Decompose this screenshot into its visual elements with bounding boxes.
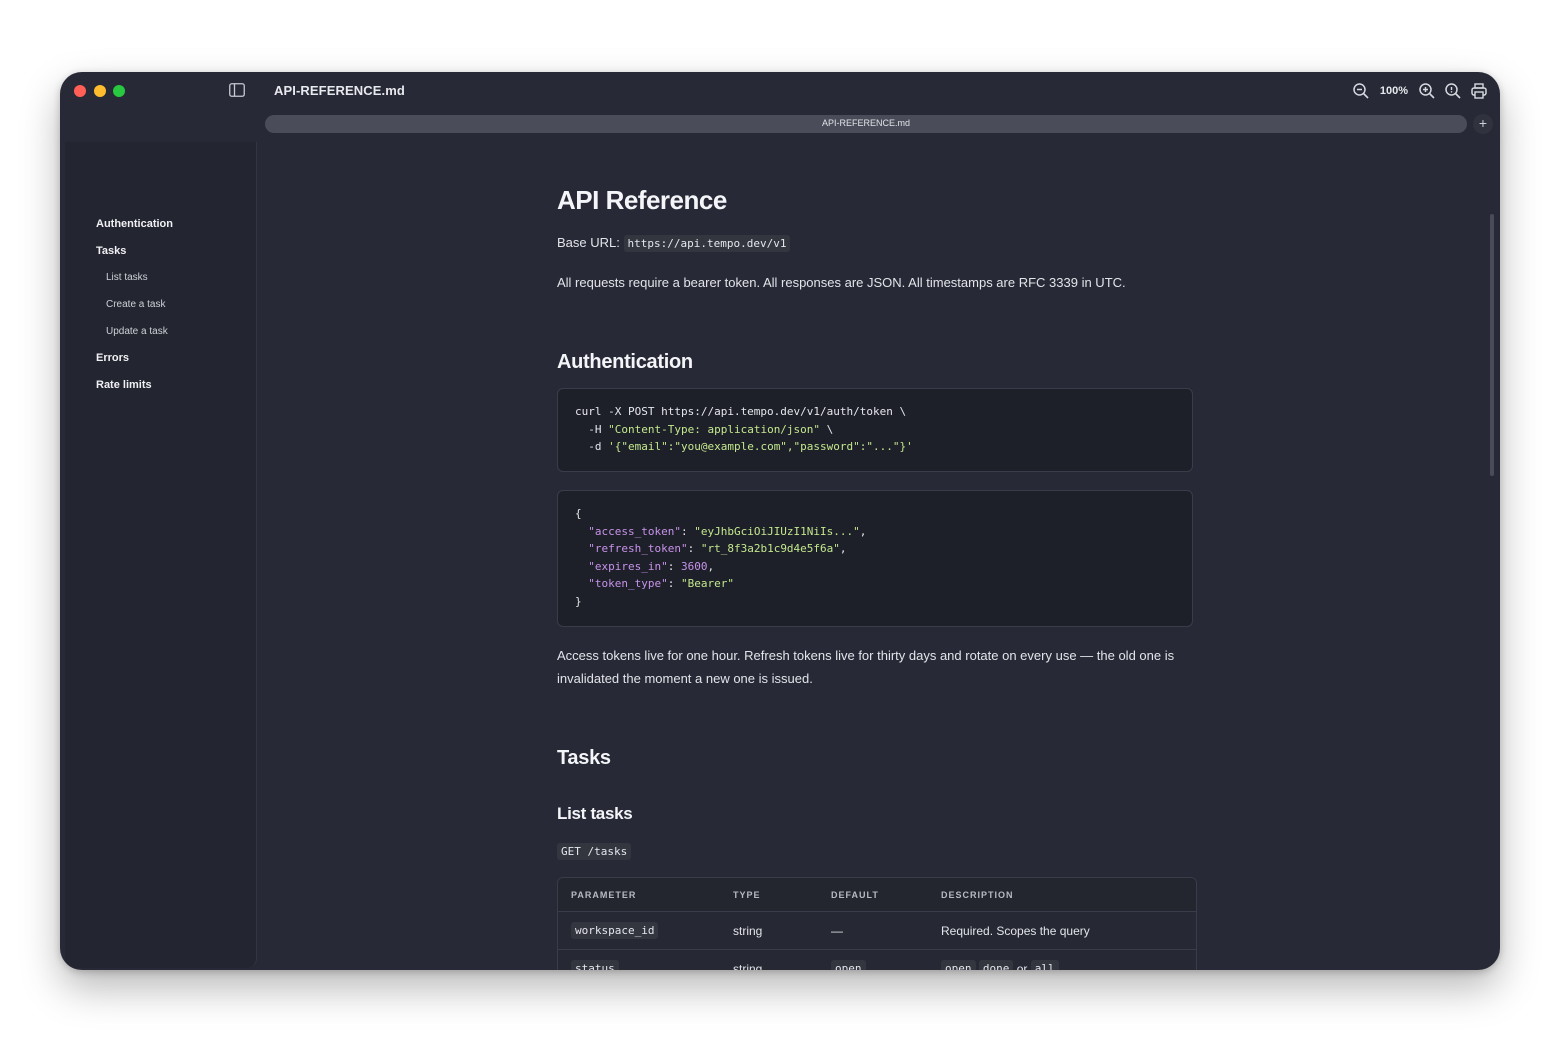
table-cell-default: — [831, 923, 843, 938]
parameters-table: PARAMETER TYPE DEFAULT DESCRIPTION works… [557, 877, 1197, 970]
code-string: "Content-Type: application/json" [608, 422, 821, 436]
json-key: "token_type" [588, 577, 668, 590]
page-title: API Reference [557, 185, 727, 215]
auth-note-line: invalidated the moment a new one is issu… [557, 671, 813, 686]
table-cell-description: open done or all [941, 950, 1059, 970]
minimize-window-button[interactable] [94, 85, 106, 97]
value-code: all [1030, 960, 1059, 970]
table-cell-default: open [831, 950, 866, 970]
json-value: "rt_8f3a2b1c9d4e5f6a" [700, 542, 840, 555]
sidebar-item-list-tasks[interactable]: List tasks [106, 272, 148, 283]
sidebar-item-authentication[interactable]: Authentication [96, 218, 173, 230]
sidebar-toggle-icon[interactable] [229, 83, 245, 97]
json-value: "Bearer" [680, 577, 734, 590]
base-url-label: Base URL: [557, 235, 620, 250]
table-cell-type: string [733, 961, 763, 971]
print-icon[interactable] [1470, 82, 1488, 100]
document-view[interactable]: API Reference Base URL: https://api.temp… [257, 142, 1494, 970]
json-key: "expires_in" [588, 559, 668, 573]
base-url-line: Base URL: https://api.tempo.dev/v1 [557, 231, 791, 255]
default-code: open [831, 960, 866, 970]
param-code: status [571, 960, 619, 970]
intro-paragraph: All requests require a bearer token. All… [557, 275, 1126, 290]
column-header: TYPE [733, 889, 761, 900]
base-url-code: https://api.tempo.dev/v1 [623, 235, 791, 252]
sidebar-item-errors[interactable]: Errors [96, 352, 129, 364]
sidebar-item-update-task[interactable]: Update a task [106, 326, 168, 337]
maximize-window-button[interactable] [113, 85, 125, 97]
table-cell-type: string [733, 923, 763, 938]
json-value: "eyJhbGciOiJIUzI1NiIs..." [694, 524, 860, 538]
table-cell-parameter: status [571, 950, 619, 970]
table-header-row: PARAMETER TYPE DEFAULT DESCRIPTION [558, 878, 1196, 912]
new-tab-button[interactable]: + [1473, 114, 1493, 134]
endpoint-code: GET /tasks [557, 843, 632, 860]
column-header: DESCRIPTION [941, 889, 1014, 900]
json-close: } [575, 594, 582, 608]
toolbar-right: 100% [1352, 80, 1488, 102]
table-cell-description: Required. Scopes the query [941, 923, 1090, 938]
table-row: status string open open done or all [558, 950, 1196, 970]
value-code: open [941, 960, 976, 970]
param-code: workspace_id [571, 922, 659, 939]
sidebar-item-tasks[interactable]: Tasks [96, 245, 126, 257]
heading-list-tasks: List tasks [557, 804, 633, 823]
window-title: API-REFERENCE.md [274, 83, 405, 98]
json-open: { [575, 507, 582, 520]
auth-request-code: curl -X POST https://api.tempo.dev/v1/au… [557, 388, 1193, 472]
close-window-button[interactable] [74, 85, 86, 97]
tab-api-reference[interactable]: API-REFERENCE.md [265, 115, 1467, 133]
json-value: 3600 [680, 559, 708, 573]
json-key: "refresh_token" [588, 542, 688, 555]
code-string: '{"email":"you@example.com","password":"… [608, 440, 913, 453]
code-line: -H "Content-Type: application/json" \ [575, 422, 834, 436]
json-key: "access_token" [588, 524, 681, 538]
zoom-out-icon[interactable] [1352, 82, 1370, 100]
sidebar-item-create-task[interactable]: Create a task [106, 299, 165, 310]
code-line: -d '{"email":"you@example.com","password… [575, 440, 913, 453]
auth-note-paragraph: Access tokens live for one hour. Refresh… [557, 644, 1174, 690]
column-header: DEFAULT [831, 889, 879, 900]
tab-label: API-REFERENCE.md [821, 118, 910, 128]
auth-response-code: { "access_token": "eyJhbGciOiJIUzI1NiIs.… [557, 490, 1193, 627]
scrollbar[interactable] [1490, 214, 1494, 476]
table-row: workspace_id string — Required. Scopes t… [558, 912, 1196, 950]
value-code: done [978, 960, 1014, 970]
column-header: PARAMETER [571, 889, 637, 900]
zoom-level: 100% [1379, 85, 1408, 97]
auth-note-line: Access tokens live for one hour. Refresh… [557, 648, 1175, 663]
sidebar-item-rate-limits[interactable]: Rate limits [96, 379, 152, 391]
title-bar: API-REFERENCE.md 100% [60, 72, 1500, 110]
code-line: curl -X POST https://api.tempo.dev/v1/au… [575, 405, 907, 418]
heading-tasks: Tasks [557, 747, 611, 769]
endpoint-line: GET /tasks [557, 839, 632, 863]
search-icon[interactable] [1444, 82, 1462, 100]
description-text: or [1016, 961, 1028, 971]
table-cell-parameter: workspace_id [571, 912, 659, 949]
outline-sidebar: Authentication Tasks List tasks Create a… [65, 142, 257, 968]
app-window: API-REFERENCE.md 100% API-REFERENCE.md +… [60, 72, 1500, 970]
heading-authentication: Authentication [557, 351, 693, 373]
zoom-in-icon[interactable] [1418, 82, 1436, 100]
